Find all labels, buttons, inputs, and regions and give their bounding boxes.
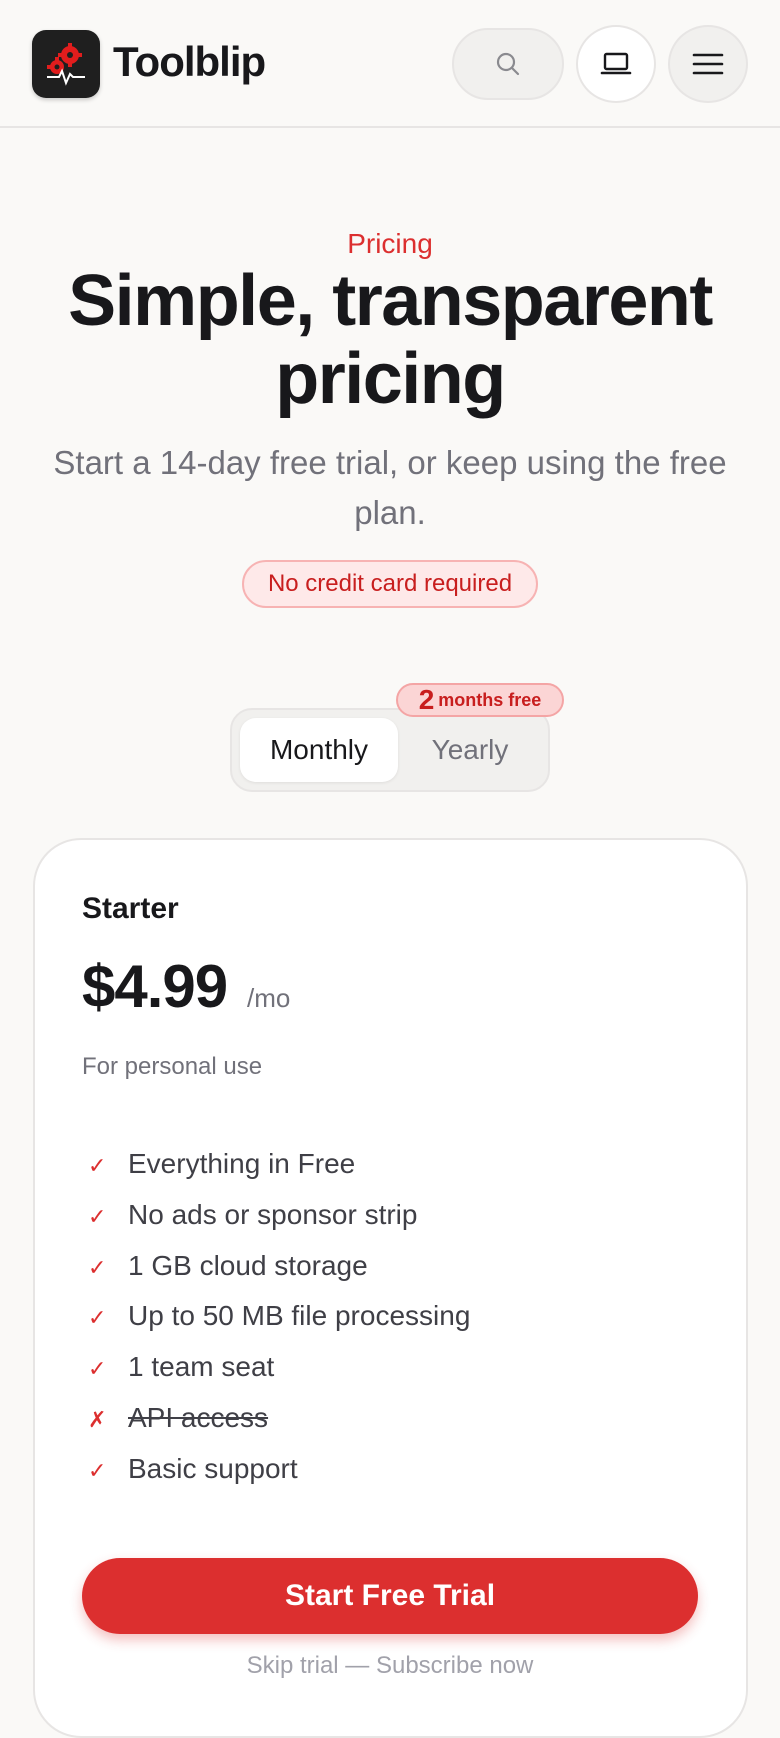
feature-item: ✓ No ads or sponsor strip [82, 1199, 682, 1250]
start-free-trial-button[interactable]: Start Free Trial [82, 1558, 698, 1634]
section-eyebrow: Pricing [347, 228, 433, 259]
check-icon: ✓ [88, 1203, 107, 1229]
plan-name: Starter [82, 892, 179, 925]
feature-item: ✓ 1 team seat [82, 1351, 682, 1402]
page-title: Simple, transparent pricing [68, 261, 713, 419]
price-period: /mo [247, 983, 291, 1013]
menu-button[interactable] [668, 25, 748, 103]
check-icon: ✓ [88, 1153, 107, 1178]
feature-item: ✓ 1 GB cloud storage [82, 1250, 682, 1301]
feature-text: API access [128, 1401, 269, 1433]
page-subtitle: Start a 14-day free trial, or keep using… [53, 444, 727, 531]
check-icon: ✓ [88, 1254, 107, 1280]
feature-text: Basic support [128, 1452, 298, 1484]
feature-item: ✓ Basic support [82, 1453, 682, 1504]
billing-option-yearly[interactable]: Yearly [398, 718, 542, 782]
feature-list: ✓ Everything in Free ✓ No ads or sponsor… [82, 1148, 682, 1504]
plan-price: $4.99 [82, 953, 228, 1020]
feature-text: Everything in Free [128, 1148, 356, 1179]
feature-item: ✓ Everything in Free [82, 1148, 682, 1199]
top-nav-bar: Toolblip [0, 0, 780, 128]
check-icon: ✓ [88, 1305, 107, 1331]
search-button[interactable] [452, 28, 564, 100]
feature-text: 1 team seat [128, 1351, 275, 1383]
feature-item: ✓ Up to 50 MB file processing [82, 1300, 682, 1351]
brand-name[interactable]: Toolblip [113, 38, 266, 86]
check-icon: ✓ [88, 1457, 107, 1483]
discount-months-number: 2 [418, 684, 435, 715]
billing-option-monthly[interactable]: Monthly [240, 718, 398, 782]
search-icon [496, 52, 520, 76]
skip-trial-subscribe-link[interactable]: Skip trial — Subscribe now [0, 1652, 780, 1680]
feature-item-excluded: ✗ API access [82, 1402, 682, 1453]
billing-period-toggle: Monthly Yearly [230, 708, 550, 792]
plan-description: For personal use [82, 1053, 263, 1080]
no-credit-card-badge: No credit card required [242, 560, 538, 608]
laptop-icon [600, 52, 632, 75]
feature-text: Up to 50 MB file processing [128, 1300, 471, 1332]
logo-icon[interactable] [32, 30, 100, 98]
hamburger-menu-icon [692, 53, 724, 75]
feature-text: No ads or sponsor strip [128, 1198, 418, 1230]
feature-text: 1 GB cloud storage [128, 1249, 368, 1281]
theme-device-button[interactable] [576, 25, 656, 103]
check-icon: ✓ [88, 1356, 107, 1382]
discount-label: months free [438, 689, 542, 710]
cross-icon: ✗ [88, 1406, 107, 1432]
yearly-discount-badge: 2 months free [396, 683, 564, 717]
